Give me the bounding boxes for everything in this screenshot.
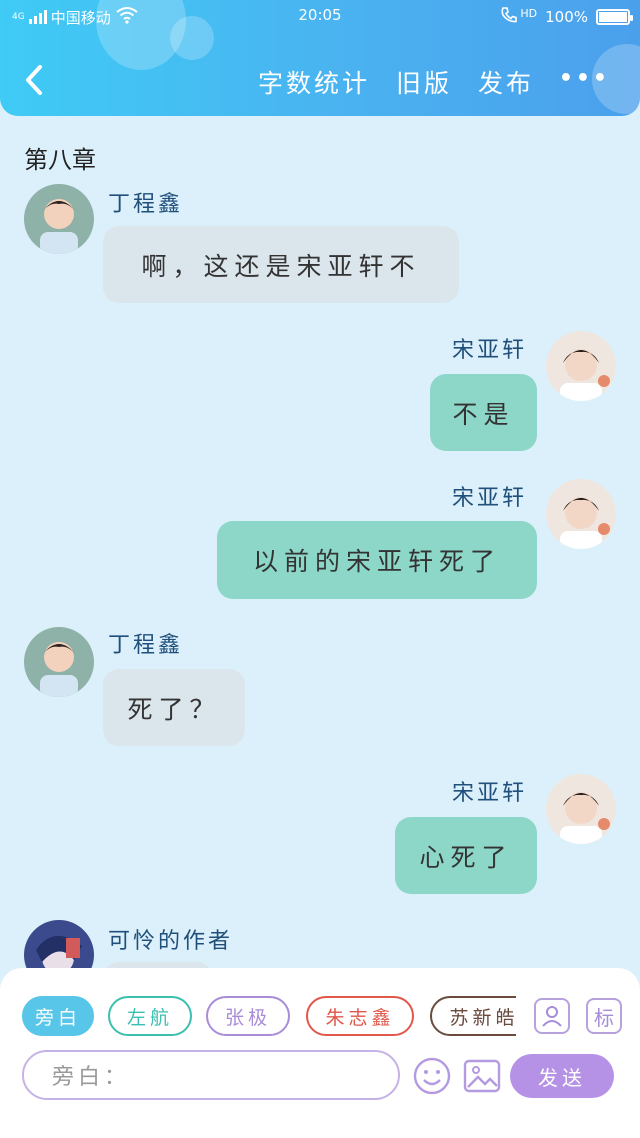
message-input[interactable]: 旁白： xyxy=(22,1050,400,1100)
role-manage-button[interactable] xyxy=(534,998,570,1034)
role-chip-zhuzhixin[interactable]: 朱志鑫 xyxy=(306,996,414,1036)
sender-name: 丁程鑫 xyxy=(108,633,184,658)
avatar-song-yaxuan[interactable] xyxy=(546,479,616,549)
publish-button[interactable]: 发布 xyxy=(478,64,534,100)
sender-name: 宋亚轩 xyxy=(452,781,528,806)
avatar-song-yaxuan[interactable] xyxy=(546,774,616,844)
message-bubble: 啊，这还是宋亚轩不 xyxy=(103,226,459,303)
send-button[interactable]: 发送 xyxy=(510,1054,614,1098)
more-button[interactable]: ••• xyxy=(559,66,610,91)
role-chip-narration[interactable]: 旁白 xyxy=(22,996,94,1036)
message-bubble: 不是 xyxy=(430,374,537,451)
app-header: 4G 中国移动 20:05 HD 100% 字数统计 旧版 发布 ••• xyxy=(0,0,640,116)
word-count-button[interactable]: 字数统计 xyxy=(258,64,370,100)
role-selector: 旁白 左航 张极 朱志鑫 苏新皓 xyxy=(22,996,516,1038)
role-chip-zhangji[interactable]: 张极 xyxy=(206,996,290,1036)
avatar-ding-chengxin[interactable] xyxy=(24,627,94,697)
role-chip-zuohang[interactable]: 左航 xyxy=(108,996,192,1036)
status-bar: 4G 中国移动 20:05 HD 100% xyxy=(0,0,640,32)
message-bubble: 心死了 xyxy=(395,817,537,894)
role-chip-suxinhao[interactable]: 苏新皓 xyxy=(430,996,516,1036)
sender-name: 丁程鑫 xyxy=(108,192,184,217)
chapter-title: 第八章 xyxy=(24,146,96,174)
chevron-left-icon xyxy=(26,65,42,95)
composer-panel: 旁白 左航 张极 朱志鑫 苏新皓 标 旁白： 发送 xyxy=(0,968,640,1104)
image-button[interactable] xyxy=(462,1056,502,1096)
message-bubble: 以前的宋亚轩死了 xyxy=(217,521,537,599)
tag-button[interactable]: 标 xyxy=(586,998,622,1034)
avatar-song-yaxuan[interactable] xyxy=(546,331,616,401)
phone-hd-icon xyxy=(500,6,522,28)
hd-label: HD xyxy=(520,6,538,20)
sender-name: 宋亚轩 xyxy=(452,486,528,511)
chat-screen: 4G 中国移动 20:05 HD 100% 字数统计 旧版 发布 ••• 第八章… xyxy=(0,0,640,1104)
sender-name: 宋亚轩 xyxy=(452,338,528,363)
battery-percent: 100% xyxy=(545,8,588,26)
emoji-button[interactable] xyxy=(412,1056,452,1096)
person-icon xyxy=(542,1006,562,1027)
nav-bar: 字数统计 旧版 发布 ••• xyxy=(0,56,640,106)
message-bubble: 死了？ xyxy=(103,669,245,746)
image-icon xyxy=(463,1059,501,1093)
battery-icon xyxy=(596,9,633,25)
back-button[interactable] xyxy=(18,62,54,98)
smiley-icon xyxy=(413,1057,451,1095)
avatar-ding-chengxin[interactable] xyxy=(24,184,94,254)
sender-name: 可怜的作者 xyxy=(108,929,234,954)
old-version-button[interactable]: 旧版 xyxy=(396,64,452,100)
